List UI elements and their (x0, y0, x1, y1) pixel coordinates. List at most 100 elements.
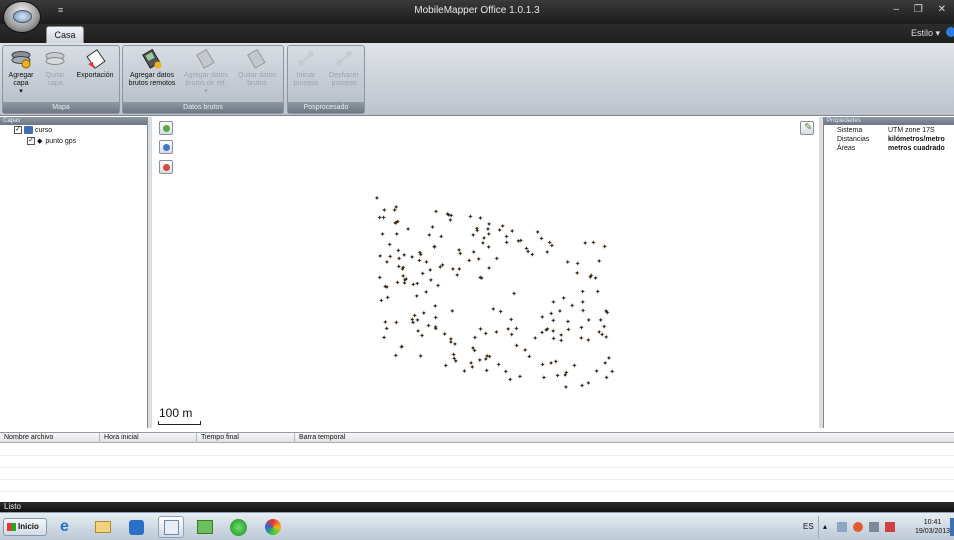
gps-point-marker[interactable]: ✦ (378, 297, 384, 305)
layer-checkbox[interactable]: ✓ (27, 137, 35, 146)
gps-point-marker[interactable]: ✦ (603, 334, 609, 342)
gps-point-marker[interactable]: ✦ (432, 243, 438, 251)
zoom-out-button[interactable] (159, 160, 173, 174)
gps-point-marker[interactable]: ✦ (562, 372, 568, 380)
gps-point-marker[interactable]: ✦ (453, 358, 459, 366)
gps-point-marker[interactable]: ✦ (509, 228, 515, 236)
gps-point-marker[interactable]: ✦ (426, 322, 432, 330)
gps-point-marker[interactable]: ✦ (586, 380, 592, 388)
gps-point-marker[interactable]: ✦ (380, 231, 386, 239)
column-header-tiempo-final[interactable]: Tiempo final (197, 433, 295, 443)
gps-point-marker[interactable]: ✦ (462, 368, 468, 376)
gps-point-marker[interactable]: ✦ (591, 239, 597, 247)
gps-point-marker[interactable]: ✦ (387, 241, 393, 249)
gps-point-marker[interactable]: ✦ (509, 331, 515, 339)
column-header-nombre-archivo[interactable]: Nombre archivo (0, 433, 100, 443)
gps-point-marker[interactable]: ✦ (535, 229, 541, 237)
gps-point-marker[interactable]: ✦ (529, 251, 535, 259)
gps-point-marker[interactable]: ✦ (582, 240, 588, 248)
gps-point-marker[interactable]: ✦ (478, 215, 484, 223)
gps-point-marker[interactable]: ✦ (572, 362, 578, 370)
gps-point-marker[interactable]: ✦ (395, 218, 401, 226)
gps-point-marker[interactable]: ✦ (553, 358, 559, 366)
gps-point-marker[interactable]: ✦ (486, 220, 492, 228)
gps-point-marker[interactable]: ✦ (595, 288, 601, 296)
gps-point-marker[interactable]: ✦ (377, 253, 383, 261)
gps-point-marker[interactable]: ✦ (580, 307, 586, 315)
map-canvas[interactable]: ✦✦✦✦✦✦✦✦✦✦✦✦✦✦✦✦✦✦✦✦✦✦✦✦✦✦✦✦✦✦✦✦✦✦✦✦✦✦✦✦… (152, 117, 819, 428)
gps-point-marker[interactable]: ✦ (418, 353, 424, 361)
network-icon[interactable] (837, 522, 847, 532)
gps-point-marker[interactable]: ✦ (487, 353, 493, 361)
gps-point-marker[interactable]: ✦ (511, 290, 517, 298)
gps-point-marker[interactable]: ✦ (561, 295, 567, 303)
gps-point-marker[interactable]: ✦ (483, 330, 489, 338)
gps-point-marker[interactable]: ✦ (557, 308, 563, 316)
gps-point-marker[interactable]: ✦ (466, 257, 472, 265)
gps-point-marker[interactable]: ✦ (541, 374, 547, 382)
undo-process-button[interactable]: Deshacer proceso (325, 48, 363, 88)
gps-point-marker[interactable]: ✦ (417, 249, 423, 257)
application-menu-button[interactable] (3, 1, 41, 33)
gps-point-marker[interactable]: ✦ (486, 244, 492, 252)
gps-point-marker[interactable]: ✦ (468, 360, 474, 368)
gps-point-marker[interactable]: ✦ (423, 289, 429, 297)
gps-point-marker[interactable]: ✦ (405, 225, 411, 233)
style-menu[interactable]: Estilo ▾ (911, 28, 940, 39)
gps-point-marker[interactable]: ✦ (540, 361, 546, 369)
gps-point-marker[interactable]: ✦ (468, 213, 474, 221)
gps-point-marker[interactable]: ✦ (504, 239, 510, 247)
gps-point-marker[interactable]: ✦ (387, 253, 393, 261)
gps-point-marker[interactable]: ✦ (432, 303, 438, 311)
taskbar-paint[interactable] (260, 516, 286, 538)
gps-point-marker[interactable]: ✦ (448, 339, 454, 347)
gps-point-marker[interactable]: ✦ (496, 361, 502, 369)
remove-raw-data-button[interactable]: Quitar datos brutos (233, 48, 281, 88)
gps-point-marker[interactable]: ✦ (446, 212, 452, 220)
gps-point-marker[interactable]: ✦ (438, 233, 444, 241)
gps-point-marker[interactable]: ✦ (417, 257, 423, 265)
gps-point-marker[interactable]: ✦ (403, 275, 409, 283)
taskbar-internet-explorer[interactable]: e (56, 516, 82, 538)
zoom-in-button[interactable] (159, 121, 173, 135)
gps-point-marker[interactable]: ✦ (428, 277, 434, 285)
gps-point-marker[interactable]: ✦ (476, 256, 482, 264)
gps-point-marker[interactable]: ✦ (503, 368, 509, 376)
gps-point-marker[interactable]: ✦ (377, 274, 383, 282)
gps-point-marker[interactable]: ✦ (549, 242, 555, 250)
gps-point-marker[interactable]: ✦ (579, 382, 585, 390)
gps-point-marker[interactable]: ✦ (602, 243, 608, 251)
layer-tree-child[interactable]: ✓ ◆ punto gps (27, 137, 76, 146)
gps-point-marker[interactable]: ✦ (508, 316, 514, 324)
tab-casa[interactable]: Casa (46, 26, 84, 43)
gps-point-marker[interactable]: ✦ (392, 207, 398, 215)
gps-point-marker[interactable]: ✦ (454, 271, 460, 279)
zoom-extent-button[interactable] (159, 140, 173, 154)
gps-point-marker[interactable]: ✦ (575, 260, 581, 268)
gps-point-marker[interactable]: ✦ (532, 335, 538, 343)
gps-point-marker[interactable]: ✦ (565, 258, 571, 266)
gps-point-marker[interactable]: ✦ (433, 314, 439, 322)
gps-point-marker[interactable]: ✦ (442, 331, 448, 339)
gps-point-marker[interactable]: ✦ (384, 325, 390, 333)
gps-point-marker[interactable]: ✦ (578, 334, 584, 342)
gps-point-marker[interactable]: ✦ (427, 267, 433, 275)
gps-point-marker[interactable]: ✦ (414, 292, 420, 300)
start-button[interactable]: Inicio (3, 518, 47, 536)
gps-point-marker[interactable]: ✦ (394, 231, 400, 239)
gps-point-marker[interactable]: ✦ (399, 343, 405, 351)
gps-point-marker[interactable]: ✦ (580, 299, 586, 307)
gps-point-marker[interactable]: ✦ (393, 352, 399, 360)
gps-point-marker[interactable]: ✦ (477, 274, 483, 282)
gps-point-marker[interactable]: ✦ (433, 208, 439, 216)
gps-point-marker[interactable]: ✦ (563, 383, 569, 391)
gps-point-marker[interactable]: ✦ (443, 362, 449, 370)
gps-point-marker[interactable]: ✦ (393, 319, 399, 327)
gps-point-marker[interactable]: ✦ (486, 231, 492, 239)
layer-checkbox[interactable]: ✓ (14, 126, 22, 135)
gps-point-marker[interactable]: ✦ (424, 259, 430, 267)
gps-point-marker[interactable]: ✦ (449, 307, 455, 315)
gps-point-marker[interactable]: ✦ (382, 318, 388, 326)
gps-point-marker[interactable]: ✦ (604, 374, 610, 382)
taskbar-image-viewer[interactable] (192, 516, 218, 538)
